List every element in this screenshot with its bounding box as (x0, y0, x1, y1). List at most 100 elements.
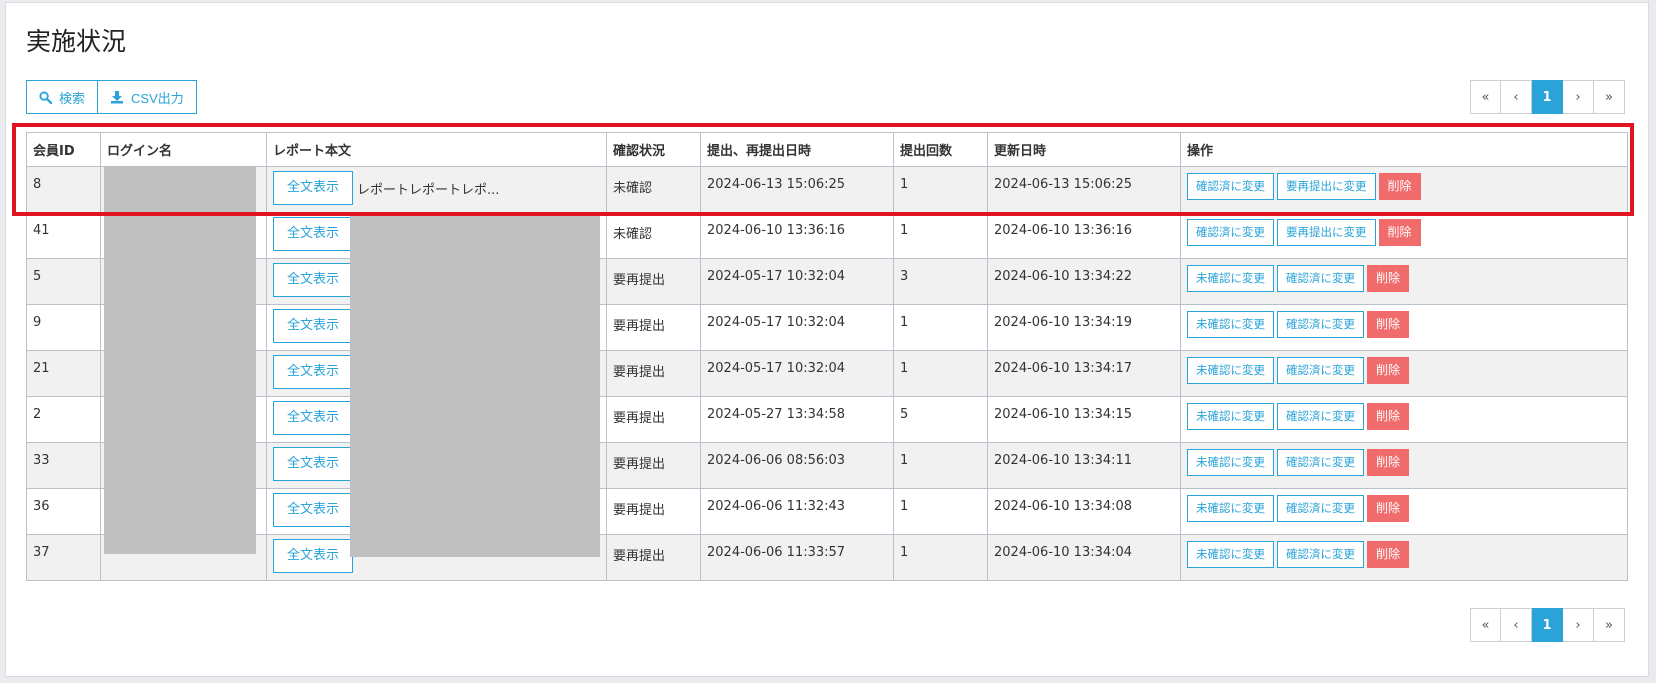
delete-button[interactable]: 削除 (1367, 311, 1410, 338)
action-group: 未確認に変更 確認済に変更 削除 (1187, 357, 1621, 384)
status-change-button-1[interactable]: 未確認に変更 (1187, 541, 1274, 568)
csv-export-button[interactable]: CSV出力 (98, 80, 197, 114)
table-row: 36 全文表示 要再提出 2024-06-06 11:32:43 1 2024-06-10… (26, 488, 1628, 535)
show-full-button[interactable]: 全文表示 (273, 539, 354, 573)
table-row: 37 全文表示 要再提出 2024-06-06 11:33:57 1 2024-06-10… (26, 534, 1628, 581)
cell-member-id: 37 (26, 534, 101, 581)
cell-member-id: 9 (26, 304, 101, 351)
status-change-button-2[interactable]: 要再提出に変更 (1277, 173, 1376, 200)
pagination-next[interactable]: › (1563, 608, 1594, 642)
cell-member-id: 41 (26, 212, 101, 259)
header-login-name: ログイン名 (100, 132, 267, 167)
status-change-button-1[interactable]: 未確認に変更 (1187, 495, 1274, 522)
delete-button[interactable]: 削除 (1378, 173, 1421, 200)
pagination-next[interactable]: › (1563, 80, 1594, 114)
action-group: 確認済に変更 要再提出に変更 削除 (1187, 219, 1621, 246)
cell-status: 要再提出 (606, 304, 701, 351)
cell-status: 要再提出 (606, 442, 701, 489)
show-full-button[interactable]: 全文表示 (273, 447, 354, 481)
table-row: 21 全文表示 要再提出 2024-05-17 10:32:04 1 2024-06-10… (26, 350, 1628, 397)
header-report-body: レポート本文 (266, 132, 607, 167)
cell-actions: 未確認に変更 確認済に変更 削除 (1180, 442, 1628, 489)
status-change-button-2[interactable]: 確認済に変更 (1277, 311, 1364, 338)
header-actions: 操作 (1180, 132, 1628, 167)
show-full-button[interactable]: 全文表示 (273, 171, 354, 205)
status-change-button-1[interactable]: 未確認に変更 (1187, 357, 1274, 384)
header-submit-count: 提出回数 (893, 132, 988, 167)
delete-button[interactable]: 削除 (1367, 403, 1410, 430)
cell-submit-count: 1 (893, 212, 988, 259)
cell-member-id: 8 (26, 166, 101, 213)
status-change-button-2[interactable]: 確認済に変更 (1277, 357, 1364, 384)
pagination-page-current[interactable]: 1 (1532, 80, 1563, 114)
cell-status: 要再提出 (606, 258, 701, 305)
status-change-button-1[interactable]: 未確認に変更 (1187, 449, 1274, 476)
pagination-first[interactable]: « (1470, 608, 1501, 642)
show-full-button[interactable]: 全文表示 (273, 401, 354, 435)
cell-submit-count: 1 (893, 304, 988, 351)
action-group: 未確認に変更 確認済に変更 削除 (1187, 403, 1621, 430)
toolbar: 検索 CSV出力 (26, 80, 197, 114)
cell-actions: 確認済に変更 要再提出に変更 削除 (1180, 166, 1628, 213)
status-change-button-2[interactable]: 確認済に変更 (1277, 541, 1364, 568)
cell-submitted-at: 2024-05-17 10:32:04 (700, 350, 894, 397)
header-member-id: 会員ID (26, 132, 101, 167)
status-change-button-1[interactable]: 未確認に変更 (1187, 265, 1274, 292)
cell-submitted-at: 2024-05-17 10:32:04 (700, 258, 894, 305)
page-title: 実施状況 (26, 27, 127, 56)
show-full-button[interactable]: 全文表示 (273, 263, 354, 297)
status-change-button-1[interactable]: 確認済に変更 (1187, 173, 1274, 200)
pagination-last[interactable]: » (1594, 80, 1625, 114)
show-full-button[interactable]: 全文表示 (273, 493, 354, 527)
table-row: 41 全文表示 未確認 2024-06-10 13:36:16 1 2024-06-10 … (26, 212, 1628, 259)
cell-updated-at: 2024-06-10 13:34:22 (987, 258, 1181, 305)
status-change-button-2[interactable]: 確認済に変更 (1277, 265, 1364, 292)
pagination-page-current[interactable]: 1 (1532, 608, 1563, 642)
pagination-prev[interactable]: ‹ (1501, 80, 1532, 114)
cell-submit-count: 1 (893, 534, 988, 581)
status-change-button-2[interactable]: 要再提出に変更 (1277, 219, 1376, 246)
cell-submit-count: 3 (893, 258, 988, 305)
action-group: 未確認に変更 確認済に変更 削除 (1187, 495, 1621, 522)
cell-submit-count: 5 (893, 396, 988, 443)
search-button[interactable]: 検索 (26, 80, 99, 114)
table-header-row: 会員ID ログイン名 レポート本文 確認状況 提出、再提出日時 提出回数 更新日… (26, 132, 1628, 167)
cell-updated-at: 2024-06-10 13:34:19 (987, 304, 1181, 351)
delete-button[interactable]: 削除 (1367, 265, 1410, 292)
status-change-button-1[interactable]: 確認済に変更 (1187, 219, 1274, 246)
show-full-button[interactable]: 全文表示 (273, 355, 354, 389)
action-group: 未確認に変更 確認済に変更 削除 (1187, 449, 1621, 476)
show-full-button[interactable]: 全文表示 (273, 309, 354, 343)
status-change-button-1[interactable]: 未確認に変更 (1187, 403, 1274, 430)
status-change-button-2[interactable]: 確認済に変更 (1277, 449, 1364, 476)
status-change-button-2[interactable]: 確認済に変更 (1277, 403, 1364, 430)
report-excerpt: レポートレポートレポ... (357, 183, 500, 198)
delete-button[interactable]: 削除 (1367, 541, 1410, 568)
pagination-first[interactable]: « (1470, 80, 1501, 114)
cell-submit-count: 1 (893, 488, 988, 535)
cell-actions: 未確認に変更 確認済に変更 削除 (1180, 534, 1628, 581)
status-change-button-1[interactable]: 未確認に変更 (1187, 311, 1274, 338)
cell-submit-count: 1 (893, 442, 988, 489)
delete-button[interactable]: 削除 (1367, 449, 1410, 476)
cell-report-body: 全文表示 レポートレポートレポ... (266, 166, 607, 213)
status-change-button-2[interactable]: 確認済に変更 (1277, 495, 1364, 522)
delete-button[interactable]: 削除 (1367, 495, 1410, 522)
delete-button[interactable]: 削除 (1367, 357, 1410, 384)
pagination-last[interactable]: » (1594, 608, 1625, 642)
header-submitted-at: 提出、再提出日時 (700, 132, 894, 167)
cell-actions: 未確認に変更 確認済に変更 削除 (1180, 258, 1628, 305)
pagination-prev[interactable]: ‹ (1501, 608, 1532, 642)
cell-status: 未確認 (606, 212, 701, 259)
cell-updated-at: 2024-06-10 13:34:17 (987, 350, 1181, 397)
show-full-button[interactable]: 全文表示 (273, 217, 354, 251)
cell-actions: 未確認に変更 確認済に変更 削除 (1180, 488, 1628, 535)
delete-button[interactable]: 削除 (1378, 219, 1421, 246)
header-status: 確認状況 (606, 132, 701, 167)
cell-submitted-at: 2024-06-06 11:33:57 (700, 534, 894, 581)
table-row: 5 全文表示 要再提出 2024-05-17 10:32:04 3 2024-06-10 … (26, 258, 1628, 305)
report-table: 会員ID ログイン名 レポート本文 確認状況 提出、再提出日時 提出回数 更新日… (26, 132, 1628, 581)
cell-submitted-at: 2024-05-17 10:32:04 (700, 304, 894, 351)
cell-updated-at: 2024-06-10 13:34:08 (987, 488, 1181, 535)
cell-actions: 未確認に変更 確認済に変更 削除 (1180, 350, 1628, 397)
